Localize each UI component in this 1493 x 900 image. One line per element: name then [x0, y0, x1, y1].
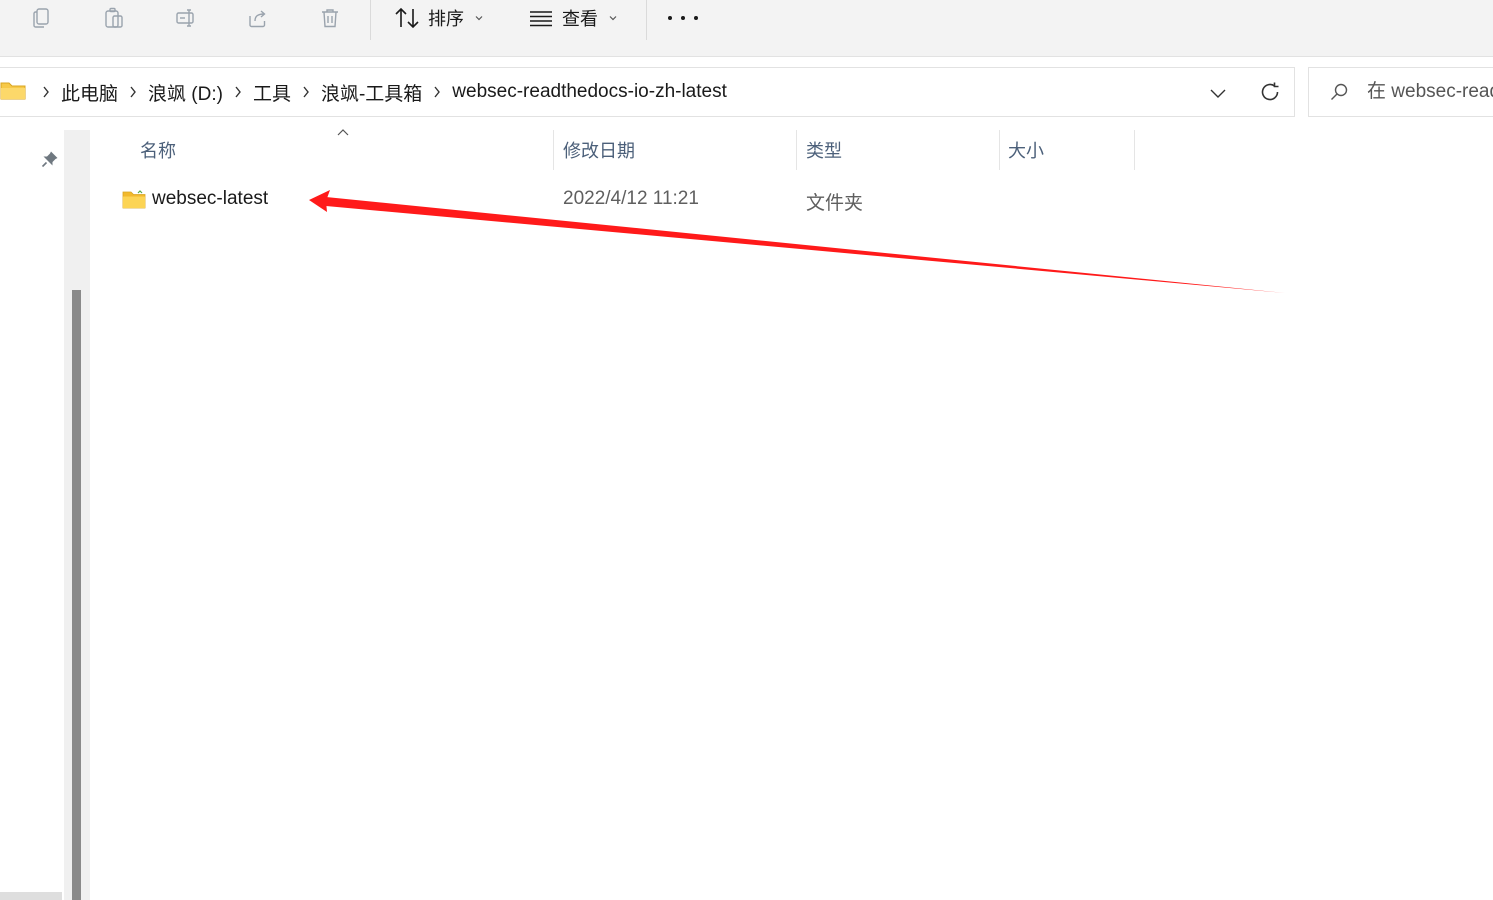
file-list: 名称 修改日期 类型 大小 websec-latest 2022/4/12 11… — [92, 120, 1493, 900]
column-divider[interactable] — [796, 130, 797, 170]
more-options-button[interactable] — [668, 8, 698, 28]
search-icon — [1331, 83, 1348, 100]
chevron-right-icon — [126, 86, 140, 98]
rename-icon[interactable] — [172, 4, 200, 32]
chevron-down-icon — [475, 16, 483, 21]
navigation-pane — [0, 120, 64, 900]
column-header-type[interactable]: 类型 — [806, 130, 842, 170]
column-header-size[interactable]: 大小 — [1008, 130, 1044, 170]
column-header-size-label: 大小 — [1008, 141, 1044, 161]
command-bar: 排序 查看 — [0, 0, 1493, 57]
breadcrumb-this-pc[interactable]: 此电脑 — [61, 79, 118, 106]
paste-icon[interactable] — [100, 4, 128, 32]
chevron-right-icon — [231, 86, 245, 98]
file-row[interactable]: websec-latest 2022/4/12 11:21 文件夹 — [112, 178, 1212, 220]
column-header-modified[interactable]: 修改日期 — [563, 130, 635, 170]
breadcrumb-tools[interactable]: 工具 — [253, 79, 291, 106]
breadcrumb-drive-d[interactable]: 浪飒 (D:) — [148, 79, 223, 106]
sort-label: 排序 — [428, 9, 464, 29]
sort-arrows-icon — [395, 7, 419, 29]
navigation-pane-horizontal-scrollbar[interactable] — [0, 892, 62, 900]
view-button[interactable]: 查看 — [528, 4, 618, 32]
sort-button[interactable]: 排序 — [394, 4, 484, 32]
refresh-icon[interactable] — [1258, 80, 1282, 104]
breadcrumb: 此电脑 浪飒 (D:) 工具 浪飒-工具箱 websec-readthedocs… — [31, 68, 727, 116]
chevron-right-icon — [299, 86, 313, 98]
share-icon[interactable] — [244, 4, 272, 32]
search-input[interactable] — [1367, 78, 1493, 106]
chevron-down-icon — [609, 16, 617, 21]
file-name: websec-latest — [152, 188, 269, 209]
toolbar-divider — [646, 0, 647, 40]
column-header-type-label: 类型 — [806, 141, 842, 161]
view-list-icon — [530, 11, 552, 27]
delete-icon[interactable] — [316, 4, 344, 32]
column-header-name[interactable]: 名称 — [140, 130, 176, 170]
copy-icon[interactable] — [28, 4, 56, 32]
column-divider[interactable] — [1134, 130, 1135, 170]
breadcrumb-current-folder[interactable]: websec-readthedocs-io-zh-latest — [452, 81, 727, 103]
chevron-right-icon — [430, 86, 444, 98]
dot — [694, 16, 698, 20]
pin-icon[interactable] — [41, 150, 59, 168]
dot — [681, 16, 685, 20]
navigation-pane-scrollbar-thumb[interactable] — [72, 290, 81, 900]
address-history-dropdown-icon[interactable] — [1207, 82, 1229, 104]
column-header-name-label: 名称 — [140, 141, 176, 161]
sort-ascending-icon — [337, 129, 349, 136]
file-explorer-window: 排序 查看 此电脑 浪飒 (D:) 工具 浪飒-工具箱 websec-readt… — [0, 0, 1493, 900]
folder-icon — [0, 82, 26, 100]
toolbar-divider — [370, 0, 371, 40]
file-modified-date: 2022/4/12 11:21 — [563, 188, 699, 209]
dot — [668, 16, 672, 20]
column-header-modified-label: 修改日期 — [563, 141, 635, 161]
column-divider[interactable] — [553, 130, 554, 170]
file-type: 文件夹 — [806, 193, 864, 214]
folder-icon — [122, 190, 146, 209]
search-box[interactable] — [1308, 67, 1493, 117]
view-label: 查看 — [562, 9, 598, 29]
address-bar[interactable]: 此电脑 浪飒 (D:) 工具 浪飒-工具箱 websec-readthedocs… — [0, 67, 1295, 117]
column-divider[interactable] — [999, 130, 1000, 170]
breadcrumb-toolbox[interactable]: 浪飒-工具箱 — [321, 79, 422, 106]
chevron-right-icon — [39, 86, 53, 98]
